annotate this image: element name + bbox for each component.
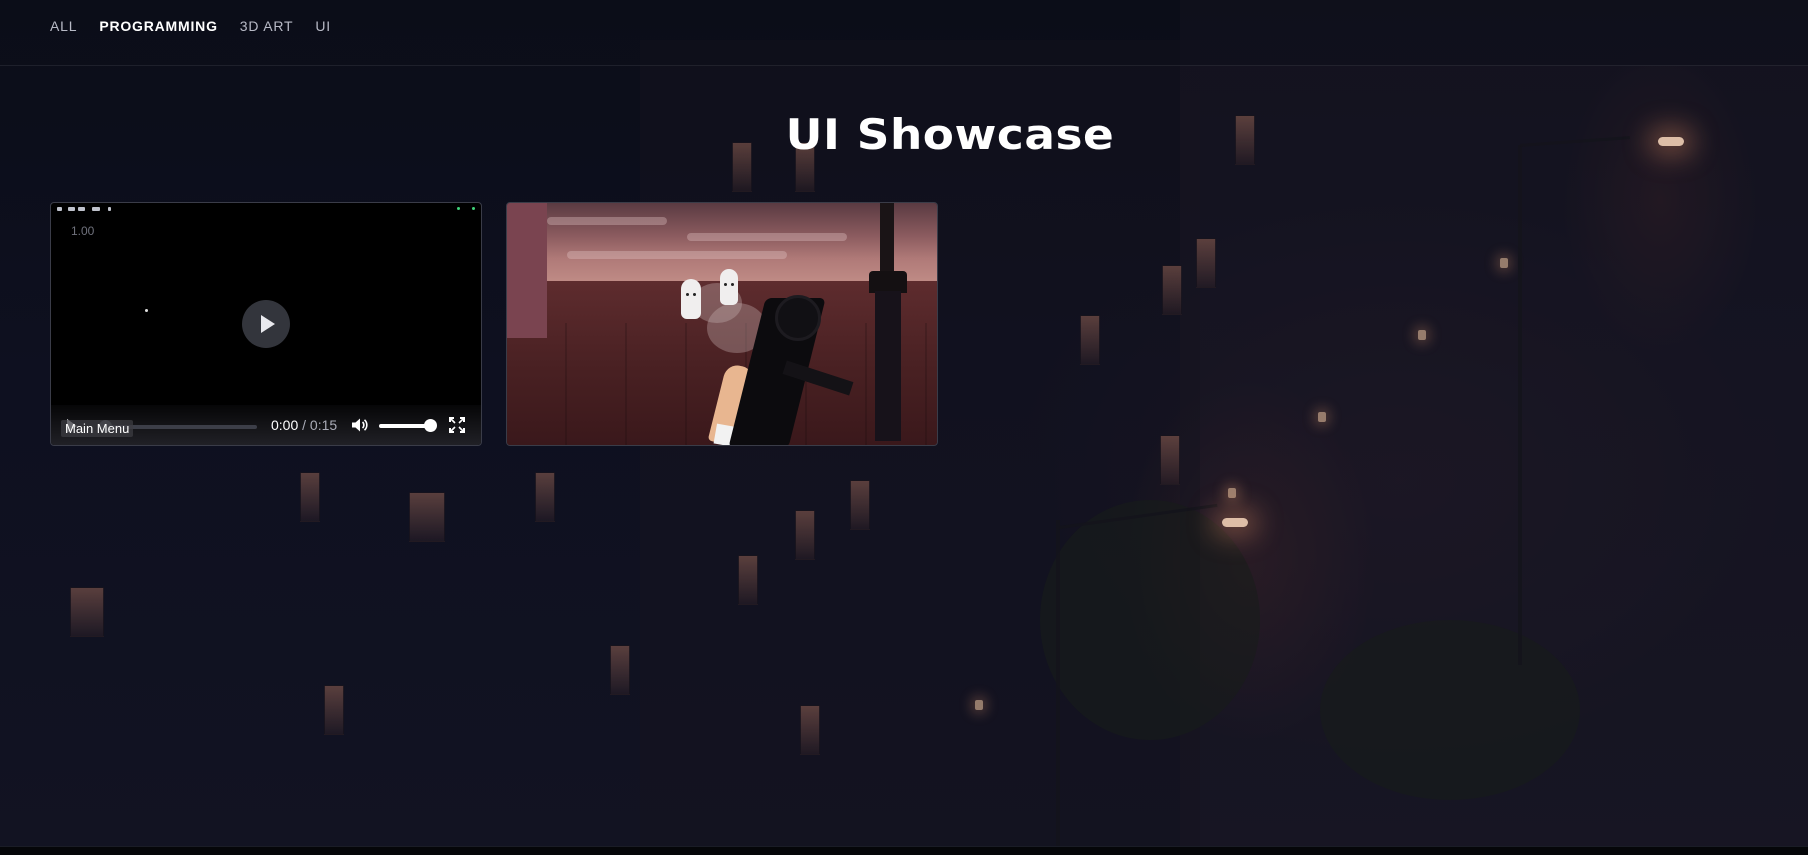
- volume-slider[interactable]: [379, 419, 437, 432]
- page-title: UI Showcase: [785, 110, 1115, 159]
- top-navigation: ALL PROGRAMMING 3D ART UI: [0, 0, 1808, 66]
- volume-icon[interactable]: [350, 416, 368, 434]
- window: [1196, 238, 1216, 288]
- window: [850, 480, 870, 530]
- volume-thumb[interactable]: [424, 419, 437, 432]
- rifle-scope: [775, 295, 821, 341]
- window: [1080, 315, 1100, 365]
- street-pole: [1518, 145, 1522, 665]
- tab-ui[interactable]: UI: [315, 18, 331, 34]
- tab-3d-art[interactable]: 3D ART: [240, 18, 294, 34]
- window: [795, 510, 815, 560]
- tree: [1040, 500, 1260, 740]
- bottom-bar: [0, 846, 1808, 855]
- wall-lamp: [1228, 488, 1236, 498]
- wall-lamp: [1318, 412, 1326, 422]
- filter-tabs: ALL PROGRAMMING 3D ART UI: [50, 18, 353, 34]
- tree: [1320, 620, 1580, 800]
- video-card[interactable]: 1.00 0:00 / 0:15 Main Menu: [50, 202, 482, 446]
- window: [409, 492, 445, 542]
- tab-programming[interactable]: PROGRAMMING: [99, 18, 217, 34]
- window: [800, 705, 820, 755]
- image-card[interactable]: [506, 202, 938, 446]
- street-light: [1222, 518, 1248, 527]
- wall-lamp: [1418, 330, 1426, 340]
- video-toolbar-preview: [51, 203, 481, 215]
- window: [535, 472, 555, 522]
- window: [738, 555, 758, 605]
- window: [1162, 265, 1182, 315]
- window: [70, 587, 104, 637]
- time-display: 0:00 / 0:15: [271, 417, 337, 433]
- current-time: 0:00: [271, 417, 299, 433]
- cursor-dot: [145, 309, 148, 312]
- wall-lamp: [1500, 258, 1508, 268]
- big-play-button[interactable]: [242, 300, 290, 348]
- window: [324, 685, 344, 735]
- street-pole: [1056, 520, 1060, 846]
- video-caption: Main Menu: [61, 420, 134, 437]
- ghost-enemy: [681, 279, 701, 319]
- zoom-label: 1.00: [71, 224, 95, 238]
- time-separator: /: [302, 417, 307, 433]
- window: [1160, 435, 1180, 485]
- ghost-enemy: [720, 269, 738, 305]
- wall-lamp: [975, 700, 983, 710]
- tab-all[interactable]: ALL: [50, 18, 77, 34]
- duration: 0:15: [309, 417, 338, 433]
- fullscreen-icon[interactable]: [448, 416, 466, 434]
- window: [300, 472, 320, 522]
- screenshot-wall: [507, 203, 547, 338]
- window: [610, 645, 630, 695]
